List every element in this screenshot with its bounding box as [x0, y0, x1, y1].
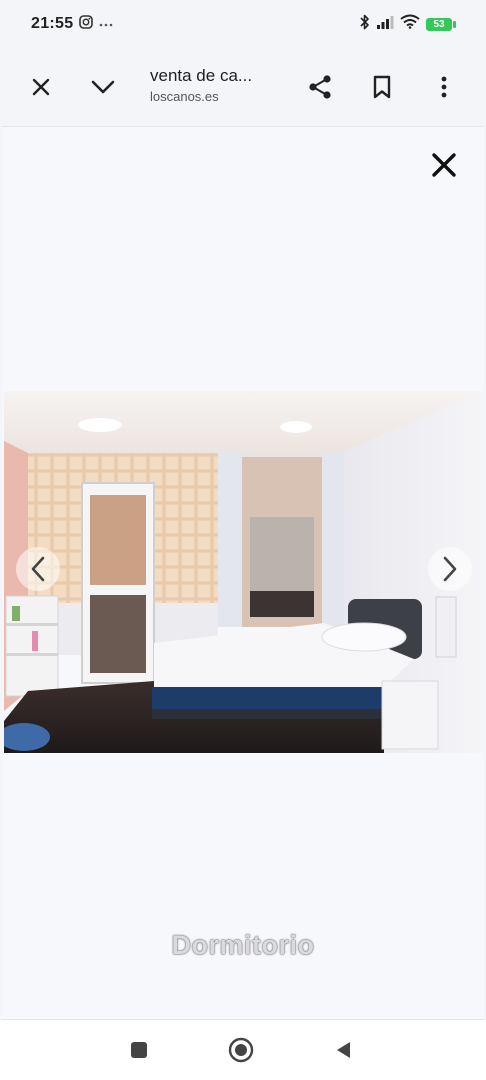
share-icon — [309, 75, 331, 99]
close-icon — [32, 78, 50, 96]
image-viewer — [2, 126, 484, 1020]
bluetooth-icon — [360, 14, 370, 35]
home-circle-icon — [228, 1037, 254, 1063]
recents-square-icon — [131, 1042, 147, 1058]
close-tab-button[interactable] — [20, 66, 62, 108]
home-button[interactable] — [225, 1034, 257, 1066]
bookmark-button[interactable] — [361, 66, 403, 108]
bedroom-photo-illustration — [4, 391, 484, 753]
next-photo-button[interactable] — [428, 547, 472, 591]
battery-level: 53 — [426, 17, 452, 31]
share-button[interactable] — [299, 66, 341, 108]
system-nav-bar — [0, 1020, 486, 1080]
page-info[interactable]: venta de ca... loscanos.es — [150, 64, 290, 106]
recents-button[interactable] — [123, 1034, 155, 1066]
instagram-icon — [79, 14, 94, 34]
more-dots-icon — [99, 15, 113, 33]
battery-icon: 53 — [426, 17, 456, 31]
back-button[interactable] — [327, 1034, 359, 1066]
viewer-close-button[interactable] — [424, 145, 464, 185]
status-time: 21:55 — [31, 15, 74, 32]
minimize-button[interactable] — [82, 66, 124, 108]
page-title: venta de ca... — [150, 66, 253, 85]
page-url: loscanos.es — [150, 89, 219, 104]
status-right: 53 — [360, 14, 456, 35]
wifi-icon — [400, 14, 420, 34]
more-vert-icon — [441, 76, 447, 98]
photo-caption: Dormitorio — [171, 930, 315, 960]
bookmark-icon — [373, 75, 391, 99]
status-left: 21:55 — [31, 14, 113, 34]
previous-photo-button[interactable] — [16, 547, 60, 591]
chevron-down-icon — [91, 80, 115, 94]
more-options-button[interactable] — [423, 66, 465, 108]
back-triangle-icon — [337, 1042, 350, 1058]
status-bar: 21:55 53 — [0, 0, 486, 48]
signal-icon — [376, 15, 394, 34]
browser-toolbar: venta de ca... loscanos.es — [0, 48, 486, 126]
bedroom-photo — [4, 391, 484, 753]
chevron-left-icon — [31, 556, 45, 582]
close-icon — [432, 153, 456, 177]
chevron-right-icon — [443, 556, 457, 582]
